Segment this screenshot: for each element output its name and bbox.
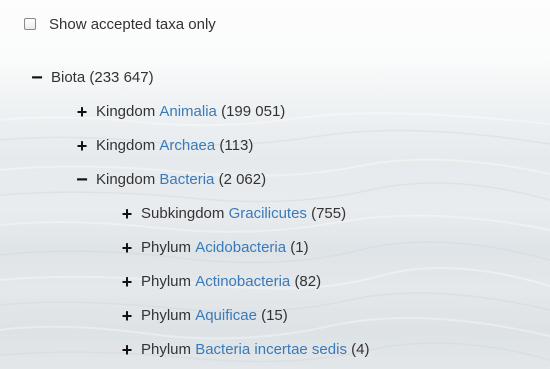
node-name: Biota: [51, 69, 86, 86]
expand-icon[interactable]: +: [120, 270, 134, 294]
accepted-taxa-label: Show accepted taxa only: [49, 15, 216, 33]
tree-node-acidobacteria: + Phylum Acidobacteria (1): [120, 236, 309, 260]
taxon-link-gracilicutes[interactable]: Gracilicutes: [229, 202, 307, 226]
taxon-link-animalia[interactable]: Animalia: [159, 100, 217, 124]
expand-icon[interactable]: +: [120, 236, 134, 260]
node-rank: Phylum: [141, 341, 192, 358]
tree-node-bacteria-incertae-sedis: + Phylum Bacteria incertae sedis (4): [120, 338, 370, 362]
node-rank: Kingdom: [96, 171, 156, 188]
node-rank: Kingdom: [96, 137, 156, 154]
taxon-link-actinobacteria[interactable]: Actinobacteria: [195, 270, 290, 294]
tree-node-biota: − Biota (233 647): [30, 66, 154, 90]
node-count: (82): [294, 273, 322, 290]
tree-node-archaea: + Kingdom Archaea (113): [75, 134, 254, 158]
expand-icon[interactable]: +: [120, 304, 134, 328]
node-rank: Kingdom: [96, 103, 156, 120]
expand-icon[interactable]: +: [120, 338, 134, 362]
accepted-taxa-checkbox[interactable]: [24, 18, 36, 30]
tree-node-gracilicutes: + Subkingdom Gracilicutes (755): [120, 202, 346, 226]
node-rank: Phylum: [141, 273, 192, 290]
node-rank: Phylum: [141, 307, 192, 324]
taxon-link-aquificae[interactable]: Aquificae: [195, 304, 257, 328]
tree-node-animalia: + Kingdom Animalia (199 051): [75, 100, 286, 124]
collapse-icon[interactable]: −: [30, 66, 44, 90]
accepted-taxa-filter[interactable]: Show accepted taxa only: [24, 14, 216, 34]
node-rank: Subkingdom: [141, 205, 225, 222]
tree-node-aquificae: + Phylum Aquificae (15): [120, 304, 288, 328]
collapse-icon[interactable]: −: [75, 168, 89, 192]
expand-icon[interactable]: +: [75, 100, 89, 124]
node-count: (15): [261, 307, 288, 324]
node-count: (4): [351, 341, 370, 358]
expand-icon[interactable]: +: [120, 202, 134, 226]
taxon-link-archaea[interactable]: Archaea: [159, 134, 215, 158]
tree-node-actinobacteria: + Phylum Actinobacteria (82): [120, 270, 321, 294]
node-count: (199 051): [221, 103, 286, 120]
taxon-link-bacteria[interactable]: Bacteria: [159, 168, 214, 192]
taxon-link-acidobacteria[interactable]: Acidobacteria: [195, 236, 286, 260]
node-count: (1): [290, 239, 309, 256]
taxon-link-bacteria-incertae-sedis[interactable]: Bacteria incertae sedis: [195, 338, 347, 362]
expand-icon[interactable]: +: [75, 134, 89, 158]
node-count: (113): [219, 137, 254, 154]
node-count: (2 062): [218, 171, 267, 188]
node-rank: Phylum: [141, 239, 192, 256]
node-count: (233 647): [89, 69, 154, 86]
tree-node-bacteria: − Kingdom Bacteria (2 062): [75, 168, 266, 192]
node-count: (755): [311, 205, 347, 222]
